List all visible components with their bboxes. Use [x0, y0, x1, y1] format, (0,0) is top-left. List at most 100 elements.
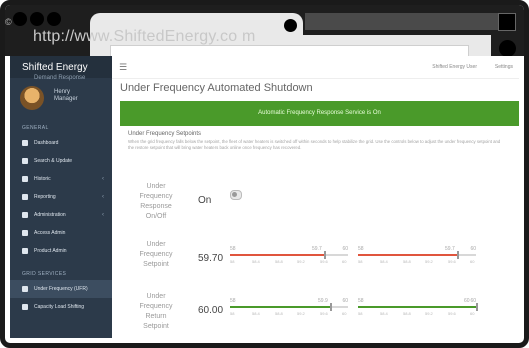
top-settings-link[interactable]: Settings — [495, 64, 513, 70]
slider-current: 59.7 — [312, 246, 322, 252]
section-description: When the grid frequency falls below the … — [128, 139, 501, 150]
slider-current: 59.7 — [445, 246, 455, 252]
slider-tick-label: 59.2 — [297, 259, 305, 264]
sidebar-item-label: Search & Update — [34, 158, 73, 164]
box-icon — [22, 248, 28, 254]
sidebar-item-label: Product Admin — [34, 248, 67, 254]
slider-current: 59.9 — [318, 298, 328, 304]
user-panel: Henry Manager — [10, 78, 112, 122]
slider-handle[interactable] — [330, 303, 332, 311]
sidebar-service-1[interactable]: Capacity Load Shifting — [10, 298, 112, 316]
sidebar-item-0[interactable]: Dashboard — [10, 134, 112, 152]
slider-tick-label: 58.4 — [252, 311, 260, 316]
sidebar-item-4[interactable]: Administration ‹ — [10, 206, 112, 224]
slider-track[interactable] — [230, 251, 348, 259]
setpoint-row-value: On — [198, 195, 212, 206]
brand: Shifted Energy Demand Response — [10, 56, 112, 81]
response-toggle[interactable] — [230, 190, 242, 200]
sidebar-item-label: Administration — [34, 212, 66, 218]
sidebar-item-1[interactable]: Search & Update — [10, 152, 112, 170]
sidebar-item-6[interactable]: Product Admin — [10, 242, 112, 260]
chevron-icon: ‹ — [102, 176, 104, 182]
slider-min: 58 — [358, 246, 364, 252]
slider-ticks: 58 58.4 58.8 59.2 59.6 60 — [230, 259, 348, 264]
device-frame: Shifted Energy Demand Response Henry Man… — [0, 0, 529, 348]
nav-section-grid-services: GRID SERVICES — [22, 271, 67, 277]
minimize-window-icon[interactable] — [30, 12, 44, 26]
slider-tick-label: 59.2 — [425, 311, 433, 316]
section-title: Under Frequency Setpoints — [128, 131, 202, 137]
slider-tick-label: 58 — [230, 259, 235, 264]
maximize-window-icon[interactable] — [47, 12, 61, 26]
slider-tick-label: 59.6 — [448, 311, 456, 316]
setpoint-slider[interactable]: 58 59.7 60 58 58.4 58.8 59.2 59.6 60 — [230, 246, 348, 264]
slider-track[interactable] — [230, 303, 348, 311]
setpoint-slider[interactable]: 58 59.9 60 58 58.4 58.8 59.2 59.6 60 — [230, 298, 348, 316]
slider-tick-label: 60 — [342, 259, 347, 264]
slider-current: 60 — [464, 298, 470, 304]
slider-tick-label: 58.4 — [252, 259, 260, 264]
slider-tick-label: 59.6 — [320, 259, 328, 264]
slider-handle[interactable] — [324, 251, 326, 259]
chart-icon — [22, 176, 28, 182]
home-icon — [22, 140, 28, 146]
sidebar-item-label: Reporting — [34, 194, 56, 200]
copyright-mark: © — [5, 17, 12, 27]
browser-menu-icon[interactable] — [498, 13, 516, 31]
slider-tick-label: 59.2 — [297, 311, 305, 316]
sidebar-item-5[interactable]: Access Admin — [10, 224, 112, 242]
slider-min: 58 — [230, 246, 236, 252]
slider-tick-label: 60 — [470, 259, 475, 264]
slider-fill — [358, 254, 458, 256]
setpoint-row-label: Under Frequency Setpoint — [139, 241, 173, 268]
top-user-menu[interactable]: Shifted Energy User — [432, 64, 477, 70]
search-icon — [22, 158, 28, 164]
nav-list: Dashboard Search & Update Historic ‹ Reporti… — [10, 134, 112, 260]
sidebar-service-label: Under Frequency (UFR) — [34, 286, 88, 292]
setpoint-slider[interactable]: 58 60 60 58 58.4 58.8 59.2 59.6 60 — [358, 298, 478, 316]
setpoint-row-label: Under Frequency Return Setpoint — [139, 293, 173, 330]
slider-max: 60 — [342, 246, 348, 252]
tab-strip — [305, 13, 500, 30]
chevron-icon: ‹ — [102, 212, 104, 218]
slider-min: 58 — [230, 298, 236, 304]
services-list: Under Frequency (UFR) Capacity Load Shift… — [10, 280, 112, 316]
setpoint-row-value: 60.00 — [198, 305, 224, 316]
brand-name: Shifted Energy — [22, 62, 88, 73]
slider-track[interactable] — [358, 251, 476, 259]
tab-close-icon[interactable] — [284, 19, 297, 32]
avatar[interactable] — [20, 86, 44, 110]
slider-handle[interactable] — [476, 303, 478, 311]
slider-tick-label: 58 — [358, 259, 363, 264]
sidebar-item-label: Access Admin — [34, 230, 66, 236]
slider-fill — [230, 254, 325, 256]
bolt-icon — [22, 286, 28, 292]
slider-tick-label: 58 — [358, 311, 363, 316]
sidebar-item-2[interactable]: Historic ‹ — [10, 170, 112, 188]
slider-fill — [230, 306, 331, 308]
hamburger-menu-icon[interactable]: ☰ — [119, 63, 127, 72]
slider-fill — [358, 306, 476, 308]
setpoint-slider[interactable]: 58 59.7 60 58 58.4 58.8 59.2 59.6 60 — [358, 246, 476, 264]
setpoint-row-label: Under Frequency Response On/Off — [139, 183, 173, 220]
slider-handle[interactable] — [457, 251, 459, 259]
slider-ticks: 58 58.4 58.8 59.2 59.6 60 — [358, 259, 476, 264]
gear-icon — [22, 212, 28, 218]
close-window-icon[interactable] — [13, 12, 27, 26]
sidebar-item-3[interactable]: Reporting ‹ — [10, 188, 112, 206]
slider-max: 60 — [470, 246, 476, 252]
slider-tick-label: 58.8 — [275, 311, 283, 316]
status-banner: Automatic Frequency Response Service is … — [120, 101, 519, 126]
slider-ticks: 58 58.4 58.8 59.2 59.6 60 — [358, 311, 476, 316]
sidebar-item-label: Historic — [34, 176, 51, 182]
slider-tick-label: 58.4 — [380, 311, 388, 316]
slider-tick-label: 58.8 — [403, 259, 411, 264]
slider-track[interactable] — [358, 303, 478, 311]
slider-ticks: 58 58.4 58.8 59.2 59.6 60 — [230, 311, 348, 316]
sidebar-item-label: Dashboard — [34, 140, 59, 146]
slider-tick-label: 59.2 — [425, 259, 433, 264]
slider-tick-label: 59.6 — [448, 259, 456, 264]
chevron-icon: ‹ — [102, 194, 104, 200]
sidebar-service-0[interactable]: Under Frequency (UFR) — [10, 280, 112, 298]
nav-section-general: GENERAL — [22, 125, 49, 131]
